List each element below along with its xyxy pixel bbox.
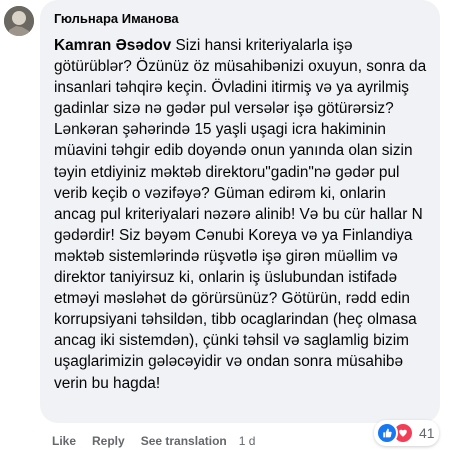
reply-button[interactable]: Reply	[92, 434, 125, 448]
reactions-count: 41	[419, 425, 435, 441]
like-button[interactable]: Like	[52, 434, 76, 448]
comment-actions: Like Reply See translation 1 d	[52, 434, 271, 448]
see-translation-link[interactable]: See translation	[141, 434, 227, 448]
comment-text: Kamran Əsədov Sizi hansi kriteriyalarla …	[54, 35, 432, 394]
like-icon	[376, 422, 398, 444]
comment-body: Sizi hansi kriteriyalarla işə götürüblər…	[54, 37, 427, 392]
avatar[interactable]	[4, 6, 34, 36]
reactions-summary[interactable]: 41	[374, 420, 439, 446]
comment-bubble: Гюльнара Иманова Kamran Əsədov Sizi hans…	[40, 0, 440, 423]
comment-author-name[interactable]: Гюльнара Иманова	[54, 11, 428, 27]
comment-timestamp[interactable]: 1 d	[239, 434, 256, 448]
mention-link[interactable]: Kamran Əsədov	[54, 37, 171, 54]
